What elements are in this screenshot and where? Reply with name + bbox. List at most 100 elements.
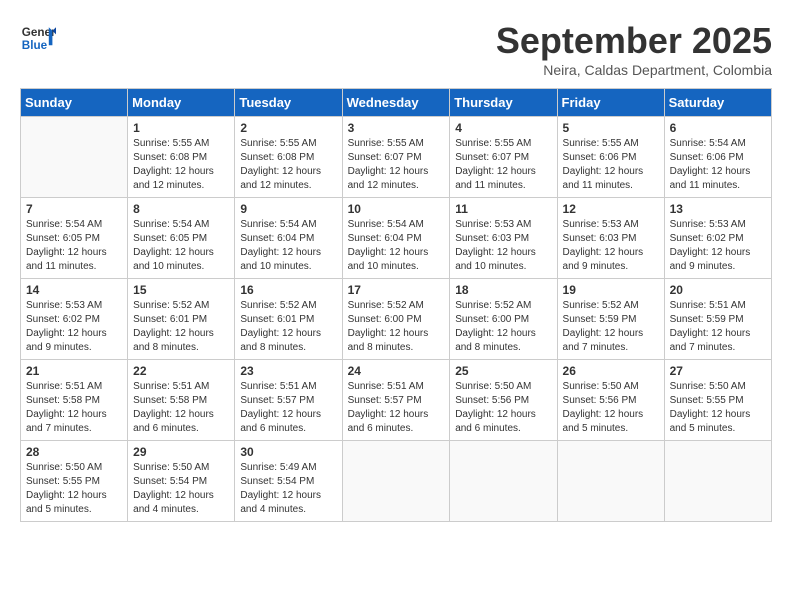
calendar-cell <box>450 441 557 522</box>
day-number: 19 <box>563 283 659 297</box>
day-number: 7 <box>26 202 122 216</box>
day-info: Sunrise: 5:54 AM Sunset: 6:05 PM Dayligh… <box>26 218 122 274</box>
day-number: 8 <box>133 202 229 216</box>
calendar-cell: 6 Sunrise: 5:54 AM Sunset: 6:06 PM Daylig… <box>664 117 771 198</box>
calendar-cell: 14 Sunrise: 5:53 AM Sunset: 6:02 PM Dayli… <box>21 279 128 360</box>
weekday-header-tuesday: Tuesday <box>235 89 342 117</box>
calendar-cell: 29 Sunrise: 5:50 AM Sunset: 5:54 PM Dayli… <box>128 441 235 522</box>
calendar-cell: 10 Sunrise: 5:54 AM Sunset: 6:04 PM Dayli… <box>342 198 450 279</box>
day-info: Sunrise: 5:55 AM Sunset: 6:06 PM Dayligh… <box>563 137 659 193</box>
day-info: Sunrise: 5:52 AM Sunset: 6:01 PM Dayligh… <box>240 299 336 355</box>
day-info: Sunrise: 5:52 AM Sunset: 6:00 PM Dayligh… <box>455 299 551 355</box>
calendar-cell: 28 Sunrise: 5:50 AM Sunset: 5:55 PM Dayli… <box>21 441 128 522</box>
day-info: Sunrise: 5:54 AM Sunset: 6:04 PM Dayligh… <box>348 218 445 274</box>
calendar-cell: 16 Sunrise: 5:52 AM Sunset: 6:01 PM Dayli… <box>235 279 342 360</box>
week-row-3: 14 Sunrise: 5:53 AM Sunset: 6:02 PM Dayli… <box>21 279 772 360</box>
day-number: 6 <box>670 121 766 135</box>
day-number: 29 <box>133 445 229 459</box>
calendar-cell: 23Sunrise: 5:51 AM Sunset: 5:57 PM Dayli… <box>235 360 342 441</box>
day-number: 14 <box>26 283 122 297</box>
day-number: 25 <box>455 364 551 378</box>
location-subtitle: Neira, Caldas Department, Colombia <box>496 62 772 78</box>
day-info: Sunrise: 5:53 AM Sunset: 6:02 PM Dayligh… <box>26 299 122 355</box>
weekday-header-friday: Friday <box>557 89 664 117</box>
day-number: 23 <box>240 364 336 378</box>
svg-text:Blue: Blue <box>22 39 48 52</box>
day-number: 15 <box>133 283 229 297</box>
day-number: 17 <box>348 283 445 297</box>
day-info: Sunrise: 5:49 AM Sunset: 5:54 PM Dayligh… <box>240 461 336 517</box>
weekday-header-monday: Monday <box>128 89 235 117</box>
day-number: 27 <box>670 364 766 378</box>
logo: General Blue <box>20 20 56 56</box>
day-number: 16 <box>240 283 336 297</box>
calendar-header-row: SundayMondayTuesdayWednesdayThursdayFrid… <box>21 89 772 117</box>
day-info: Sunrise: 5:54 AM Sunset: 6:06 PM Dayligh… <box>670 137 766 193</box>
calendar-cell: 7 Sunrise: 5:54 AM Sunset: 6:05 PM Daylig… <box>21 198 128 279</box>
month-title: September 2025 <box>496 20 772 62</box>
day-number: 9 <box>240 202 336 216</box>
day-number: 21 <box>26 364 122 378</box>
calendar-cell: 25 Sunrise: 5:50 AM Sunset: 5:56 PM Dayli… <box>450 360 557 441</box>
day-info: Sunrise: 5:54 AM Sunset: 6:05 PM Dayligh… <box>133 218 229 274</box>
calendar-cell: 1Sunrise: 5:55 AM Sunset: 6:08 PM Daylig… <box>128 117 235 198</box>
calendar-cell: 26 Sunrise: 5:50 AM Sunset: 5:56 PM Dayli… <box>557 360 664 441</box>
day-number: 22 <box>133 364 229 378</box>
day-number: 24 <box>348 364 445 378</box>
calendar-cell: 27 Sunrise: 5:50 AM Sunset: 5:55 PM Dayli… <box>664 360 771 441</box>
day-number: 13 <box>670 202 766 216</box>
day-info: Sunrise: 5:50 AM Sunset: 5:56 PM Dayligh… <box>455 380 551 436</box>
day-info: Sunrise: 5:53 AM Sunset: 6:03 PM Dayligh… <box>563 218 659 274</box>
day-info: Sunrise: 5:53 AM Sunset: 6:02 PM Dayligh… <box>670 218 766 274</box>
weekday-header-saturday: Saturday <box>664 89 771 117</box>
calendar-cell: 12Sunrise: 5:53 AM Sunset: 6:03 PM Dayli… <box>557 198 664 279</box>
calendar-cell: 2Sunrise: 5:55 AM Sunset: 6:08 PM Daylig… <box>235 117 342 198</box>
calendar-cell <box>21 117 128 198</box>
day-number: 26 <box>563 364 659 378</box>
day-info: Sunrise: 5:51 AM Sunset: 5:58 PM Dayligh… <box>26 380 122 436</box>
day-number: 4 <box>455 121 551 135</box>
day-info: Sunrise: 5:55 AM Sunset: 6:08 PM Dayligh… <box>240 137 336 193</box>
day-info: Sunrise: 5:55 AM Sunset: 6:07 PM Dayligh… <box>348 137 445 193</box>
day-info: Sunrise: 5:52 AM Sunset: 6:00 PM Dayligh… <box>348 299 445 355</box>
calendar-cell: 3 Sunrise: 5:55 AM Sunset: 6:07 PM Daylig… <box>342 117 450 198</box>
day-info: Sunrise: 5:53 AM Sunset: 6:03 PM Dayligh… <box>455 218 551 274</box>
weekday-header-sunday: Sunday <box>21 89 128 117</box>
day-number: 10 <box>348 202 445 216</box>
calendar-cell <box>664 441 771 522</box>
day-number: 1 <box>133 121 229 135</box>
day-info: Sunrise: 5:55 AM Sunset: 6:07 PM Dayligh… <box>455 137 551 193</box>
calendar-cell <box>557 441 664 522</box>
calendar-table: SundayMondayTuesdayWednesdayThursdayFrid… <box>20 88 772 522</box>
calendar-cell: 21 Sunrise: 5:51 AM Sunset: 5:58 PM Dayli… <box>21 360 128 441</box>
calendar-cell: 13 Sunrise: 5:53 AM Sunset: 6:02 PM Dayli… <box>664 198 771 279</box>
day-number: 30 <box>240 445 336 459</box>
calendar-cell: 19 Sunrise: 5:52 AM Sunset: 5:59 PM Dayli… <box>557 279 664 360</box>
week-row-1: 1 Sunrise: 5:55 AM Sunset: 6:08 PM Daylig… <box>21 117 772 198</box>
weekday-header-thursday: Thursday <box>450 89 557 117</box>
week-row-2: 7 Sunrise: 5:54 AM Sunset: 6:05 PM Daylig… <box>21 198 772 279</box>
calendar-cell: 5 Sunrise: 5:55 AM Sunset: 6:06 PM Daylig… <box>557 117 664 198</box>
day-info: Sunrise: 5:50 AM Sunset: 5:55 PM Dayligh… <box>670 380 766 436</box>
day-number: 3 <box>348 121 445 135</box>
calendar-cell: 18Sunrise: 5:52 AM Sunset: 6:00 PM Dayli… <box>450 279 557 360</box>
day-number: 11 <box>455 202 551 216</box>
calendar-cell: 9Sunrise: 5:54 AM Sunset: 6:04 PM Daylig… <box>235 198 342 279</box>
day-info: Sunrise: 5:52 AM Sunset: 6:01 PM Dayligh… <box>133 299 229 355</box>
day-info: Sunrise: 5:51 AM Sunset: 5:58 PM Dayligh… <box>133 380 229 436</box>
calendar-cell <box>342 441 450 522</box>
day-info: Sunrise: 5:50 AM Sunset: 5:55 PM Dayligh… <box>26 461 122 517</box>
day-info: Sunrise: 5:50 AM Sunset: 5:56 PM Dayligh… <box>563 380 659 436</box>
calendar-cell: 24Sunrise: 5:51 AM Sunset: 5:57 PM Dayli… <box>342 360 450 441</box>
title-block: September 2025 Neira, Caldas Department,… <box>496 20 772 78</box>
day-number: 5 <box>563 121 659 135</box>
day-number: 28 <box>26 445 122 459</box>
calendar-cell: 22 Sunrise: 5:51 AM Sunset: 5:58 PM Dayli… <box>128 360 235 441</box>
calendar-cell: 4 Sunrise: 5:55 AM Sunset: 6:07 PM Daylig… <box>450 117 557 198</box>
day-info: Sunrise: 5:50 AM Sunset: 5:54 PM Dayligh… <box>133 461 229 517</box>
logo-icon: General Blue <box>20 20 56 56</box>
calendar-cell: 8 Sunrise: 5:54 AM Sunset: 6:05 PM Daylig… <box>128 198 235 279</box>
week-row-5: 28 Sunrise: 5:50 AM Sunset: 5:55 PM Dayli… <box>21 441 772 522</box>
day-info: Sunrise: 5:52 AM Sunset: 5:59 PM Dayligh… <box>563 299 659 355</box>
week-row-4: 21 Sunrise: 5:51 AM Sunset: 5:58 PM Dayli… <box>21 360 772 441</box>
